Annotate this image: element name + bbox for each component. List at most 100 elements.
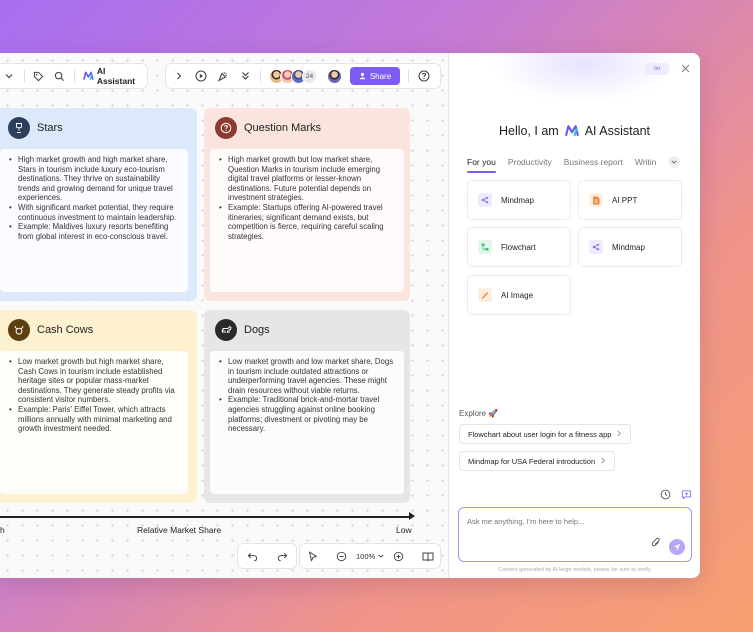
quadrant-title-text: Stars — [37, 122, 63, 134]
chat-input[interactable] — [467, 517, 667, 526]
quick-action-card[interactable]: Flowchart — [467, 227, 571, 267]
zoom-level[interactable]: 100% — [356, 552, 375, 561]
undo-icon[interactable] — [246, 549, 258, 563]
ai-logo-icon — [83, 71, 94, 80]
avatar-count: 24 — [302, 68, 317, 84]
mindmap-icon — [478, 193, 492, 207]
ai-assistant-button[interactable]: AI Assistant — [83, 66, 141, 86]
list-item: Low market growth and low market share, … — [218, 357, 396, 395]
quadrant-body: Low market growth but high market share,… — [0, 351, 188, 494]
quadrant-body: High market growth but low market share,… — [210, 149, 404, 292]
chevron-right-icon — [600, 457, 606, 466]
chat-input-box[interactable] — [458, 507, 692, 562]
x-axis-left-label: h — [0, 525, 5, 535]
x-axis-right-label: Low — [396, 525, 412, 535]
top-right-toolbar: 24 Share — [165, 63, 441, 89]
quadrant-title: Cash Cows — [0, 318, 187, 342]
panel-glow — [489, 53, 679, 103]
history-icon[interactable] — [660, 487, 671, 505]
tabs-more-icon[interactable] — [668, 156, 681, 168]
tag-icon[interactable] — [33, 69, 46, 83]
greeting-name: AI Assistant — [584, 124, 651, 138]
pointer-icon[interactable] — [308, 549, 318, 563]
quick-action-card[interactable]: Mindmap — [578, 227, 682, 267]
quadrant-body: High market growth and high market share… — [0, 149, 188, 292]
quadrant-title-text: Dogs — [244, 324, 270, 336]
ai-logo-icon — [564, 125, 579, 137]
tab-for-you[interactable]: For you — [467, 157, 496, 173]
ppt-icon — [589, 193, 603, 207]
list-item: Example: Startups offering AI-powered tr… — [218, 203, 396, 241]
suggestion-chip[interactable]: Mindmap for USA Federal introduction — [459, 451, 616, 471]
whiteboard-canvas[interactable]: AI Assistant 24 Share Stars • High marke… — [0, 53, 449, 578]
quadrant-title-text: Cash Cows — [37, 324, 94, 336]
tab-writing[interactable]: Writin — [635, 157, 657, 167]
list-item: Example: Maldives luxury resorts benefit… — [8, 222, 180, 241]
dog-icon — [215, 319, 237, 341]
tab-business-report[interactable]: Business report — [564, 157, 623, 167]
quadrant-cash-cows[interactable]: Cash Cows Low market growth but high mar… — [0, 310, 197, 503]
quadrant-title: Dogs — [214, 318, 400, 342]
share-button[interactable]: Share — [350, 67, 400, 85]
quadrant-stars[interactable]: Stars High market growth and high market… — [0, 108, 197, 301]
quick-action-card[interactable]: Mindmap — [467, 180, 571, 220]
chevron-down-icon[interactable] — [3, 69, 16, 83]
collaborator-avatars[interactable]: 24 — [269, 68, 317, 84]
help-icon[interactable] — [417, 69, 431, 83]
question-mark-icon — [215, 117, 237, 139]
list-item: Example: Paris' Eiffel Tower, which attr… — [8, 405, 180, 434]
undo-redo-bar — [237, 543, 297, 569]
send-button[interactable] — [669, 539, 685, 555]
attachment-icon[interactable] — [651, 535, 661, 553]
zoom-in-icon[interactable] — [393, 549, 404, 563]
ai-assistant-label: AI Assistant — [96, 66, 136, 86]
list-item: With significant market potential, they … — [8, 203, 180, 222]
input-tools — [660, 487, 692, 505]
send-icon — [673, 543, 681, 551]
chevron-right-icon — [616, 430, 622, 439]
model-badge[interactable]: oo — [645, 63, 669, 75]
chevron-down-icon[interactable] — [378, 549, 384, 563]
card-label: Mindmap — [501, 195, 534, 205]
assistant-tabs: For you Productivity Business report Wri… — [467, 156, 681, 173]
explore-label: Explore 🚀 — [459, 409, 499, 418]
quadrant-dogs[interactable]: Dogs Low market growth and low market sh… — [204, 310, 410, 503]
zoom-out-icon[interactable] — [336, 549, 347, 563]
greeting: Hello, I am AI Assistant — [449, 124, 700, 138]
play-icon[interactable] — [194, 69, 208, 83]
quadrant-question-marks[interactable]: Question Marks High market growth but lo… — [204, 108, 410, 301]
ai-assistant-panel: oo Hello, I am AI Assistant For you Prod… — [449, 53, 700, 578]
search-icon[interactable] — [53, 69, 66, 83]
x-axis-title: Relative Market Share — [137, 525, 222, 535]
trophy-icon — [8, 117, 30, 139]
disclaimer-note: Content generated by AI large models, pl… — [498, 567, 651, 573]
toolbar-divider — [74, 69, 75, 83]
mindmap-icon — [589, 240, 603, 254]
quadrant-title: Stars — [0, 116, 187, 140]
quadrant-title-text: Question Marks — [244, 122, 322, 134]
redo-icon[interactable] — [276, 549, 288, 563]
quick-action-card[interactable]: AI PPT — [578, 180, 682, 220]
celebrate-icon[interactable] — [216, 69, 230, 83]
quadrant-title: Question Marks — [214, 116, 400, 140]
current-user-avatar[interactable] — [327, 68, 342, 84]
book-icon[interactable] — [422, 549, 434, 563]
toolbar-divider — [408, 69, 409, 83]
quick-action-card[interactable]: AI Image — [467, 275, 571, 315]
card-label: AI PPT — [612, 195, 638, 205]
chevron-right-icon[interactable] — [172, 69, 186, 83]
list-item: High market growth and high market share… — [8, 155, 180, 203]
suggestion-text: Mindmap for USA Federal introduction — [468, 456, 596, 466]
suggestion-chip[interactable]: Flowchart about user login for a fitness… — [459, 424, 632, 444]
x-axis-line — [0, 516, 412, 518]
double-chevron-down-icon[interactable] — [238, 69, 252, 83]
share-label: Share — [369, 71, 392, 81]
toolbar-divider — [260, 69, 261, 83]
greeting-prefix: Hello, I am — [498, 124, 559, 138]
new-chat-icon[interactable] — [681, 487, 692, 505]
panel-header-actions: oo — [645, 62, 690, 76]
x-axis-arrow — [409, 512, 415, 520]
close-icon[interactable] — [681, 62, 690, 76]
tab-productivity[interactable]: Productivity — [508, 157, 552, 167]
list-item: High market growth but low market share,… — [218, 155, 396, 203]
